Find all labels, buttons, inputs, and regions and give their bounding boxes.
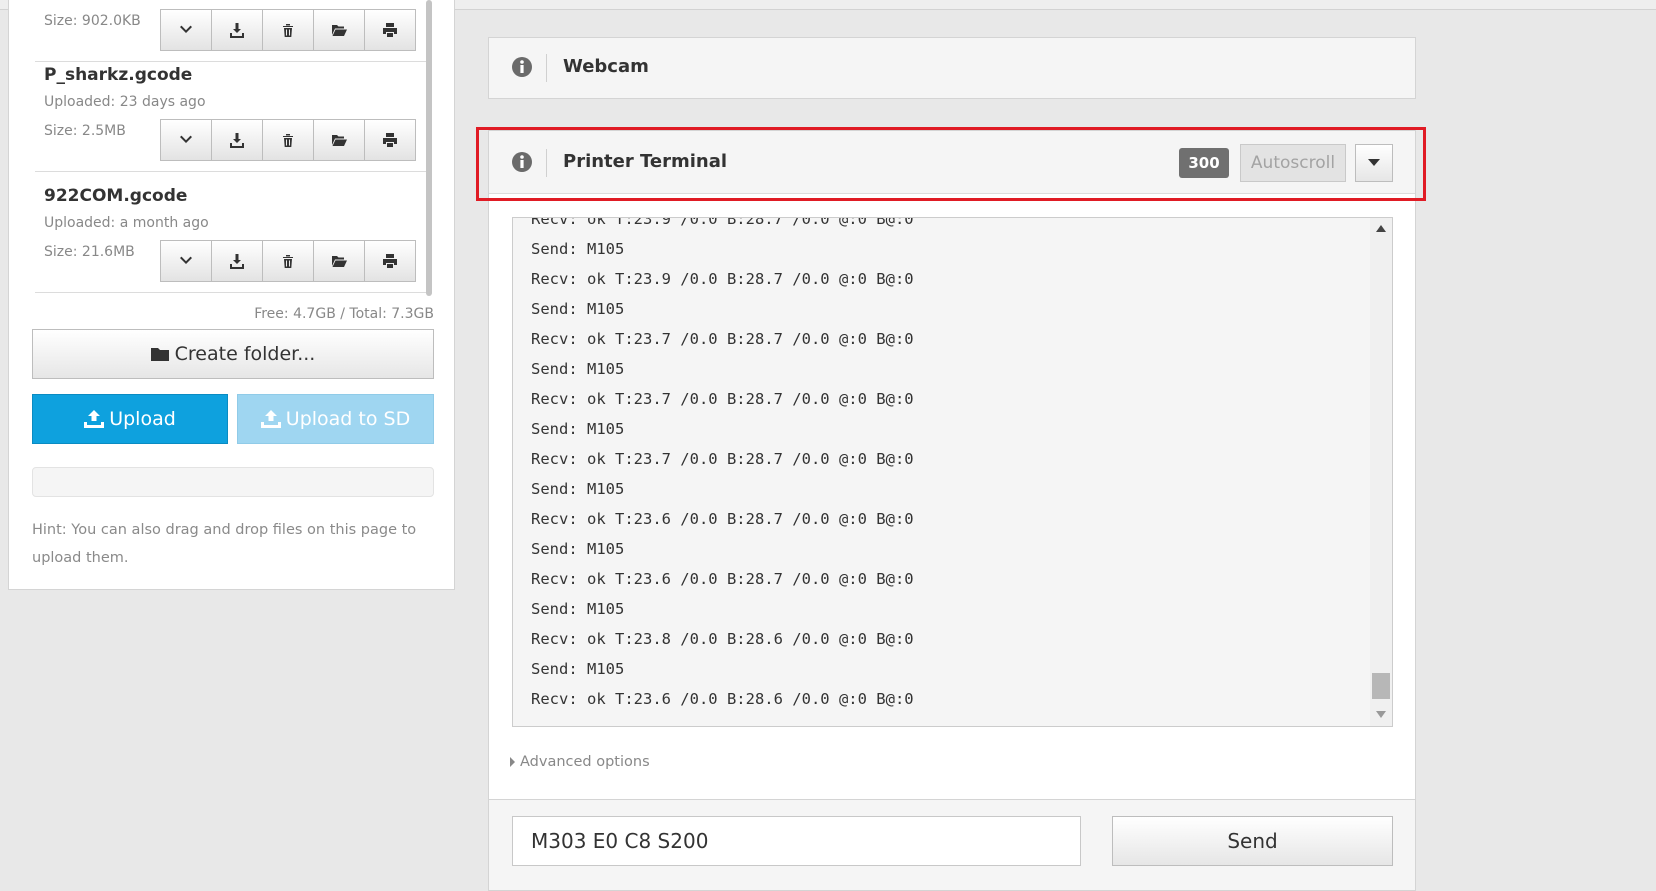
webcam-panel[interactable]: Webcam — [488, 37, 1416, 99]
upload-sd-button[interactable]: Upload to SD — [237, 394, 434, 444]
file-entry[interactable]: 922COM.gcode Uploaded: a month ago Size:… — [35, 172, 429, 293]
terminal-lines: Recv: ok T:23.9 /0.0 B:28.7 /0.0 @:0 B@:… — [531, 217, 914, 714]
terminal-line: Recv: ok T:23.9 /0.0 B:28.7 /0.0 @:0 B@:… — [531, 217, 914, 228]
terminal-line: Recv: ok T:23.9 /0.0 B:28.7 /0.0 @:0 B@:… — [531, 270, 914, 288]
move-button[interactable] — [313, 9, 365, 51]
upload-icon — [260, 410, 281, 428]
create-folder-button[interactable]: Create folder... — [32, 329, 434, 379]
chevron-down-icon — [180, 25, 192, 33]
load-button[interactable] — [160, 119, 212, 161]
print-icon — [383, 23, 397, 37]
info-icon[interactable] — [511, 56, 533, 78]
upload-button[interactable]: Upload — [32, 394, 228, 444]
caret-down-icon — [1368, 159, 1380, 166]
terminal-line: Recv: ok T:23.6 /0.0 B:28.7 /0.0 @:0 B@:… — [531, 510, 914, 528]
delete-button[interactable] — [262, 240, 314, 282]
info-icon[interactable] — [511, 151, 533, 173]
create-folder-label: Create folder... — [174, 343, 316, 365]
file-name: P_sharkz.gcode — [44, 65, 193, 85]
advanced-options-label: Advanced options — [520, 754, 650, 770]
terminal-line: Recv: ok T:23.7 /0.0 B:28.7 /0.0 @:0 B@:… — [531, 450, 914, 468]
print-button[interactable] — [364, 240, 416, 282]
print-icon — [383, 254, 397, 268]
terminal-options-dropdown[interactable] — [1355, 144, 1393, 182]
terminal-line: Send: M105 — [531, 420, 625, 438]
separator — [546, 149, 547, 177]
trash-icon — [283, 24, 293, 37]
scroll-thumb[interactable] — [1372, 673, 1390, 699]
chevron-down-icon — [180, 256, 192, 264]
scroll-up-icon[interactable] — [1376, 225, 1386, 232]
terminal-line: Send: M105 — [531, 240, 625, 258]
terminal-line: Recv: ok T:23.8 /0.0 B:28.6 /0.0 @:0 B@:… — [531, 630, 914, 648]
autoscroll-button[interactable]: Autoscroll — [1240, 144, 1346, 182]
download-button[interactable] — [211, 119, 263, 161]
download-icon — [230, 133, 244, 148]
terminal-panel: Printer Terminal 300 Autoscroll Recv: ok… — [488, 130, 1416, 800]
terminal-output[interactable]: Recv: ok T:23.9 /0.0 B:28.7 /0.0 @:0 B@:… — [512, 217, 1393, 727]
line-count-badge: 300 — [1179, 148, 1229, 178]
command-area: Send — [488, 800, 1416, 891]
terminal-header[interactable]: Printer Terminal 300 Autoscroll — [489, 131, 1415, 194]
delete-button[interactable] — [262, 119, 314, 161]
download-icon — [230, 254, 244, 269]
terminal-line: Recv: ok T:23.6 /0.0 B:28.6 /0.0 @:0 B@:… — [531, 690, 914, 708]
terminal-line: Recv: ok T:23.6 /0.0 B:28.7 /0.0 @:0 B@:… — [531, 570, 914, 588]
file-actions — [160, 240, 416, 282]
terminal-line: Send: M105 — [531, 480, 625, 498]
terminal-line: Send: M105 — [531, 360, 625, 378]
download-button[interactable] — [211, 9, 263, 51]
file-entry[interactable]: P_sharkz.gcode Uploaded: 23 days ago Siz… — [35, 51, 429, 172]
trash-icon — [283, 255, 293, 268]
file-actions — [160, 119, 416, 161]
download-icon — [230, 23, 244, 38]
terminal-line: Send: M105 — [531, 300, 625, 318]
print-button[interactable] — [364, 9, 416, 51]
upload-icon — [84, 410, 105, 428]
terminal-line: Send: M105 — [531, 540, 625, 558]
storage-info: Free: 4.7GB / Total: 7.3GB — [254, 306, 434, 322]
command-input[interactable] — [512, 816, 1081, 866]
files-panel: Size: 902.0KB P_sharkz.gcode Uploaded: 2… — [8, 0, 455, 590]
scroll-down-icon[interactable] — [1376, 711, 1386, 718]
print-icon — [383, 133, 397, 147]
upload-label: Upload — [109, 408, 176, 430]
file-list[interactable]: Size: 902.0KB P_sharkz.gcode Uploaded: 2… — [35, 0, 433, 296]
trash-icon — [283, 134, 293, 147]
print-button[interactable] — [364, 119, 416, 161]
upload-progress-bar — [32, 467, 434, 497]
terminal-line: Recv: ok T:23.7 /0.0 B:28.7 /0.0 @:0 B@:… — [531, 330, 914, 348]
delete-button[interactable] — [262, 9, 314, 51]
move-button[interactable] — [313, 119, 365, 161]
file-size: Size: 902.0KB — [44, 13, 141, 29]
terminal-line: Recv: ok T:23.7 /0.0 B:28.7 /0.0 @:0 B@:… — [531, 390, 914, 408]
terminal-line: Send: M105 — [531, 600, 625, 618]
move-button[interactable] — [313, 240, 365, 282]
file-list-scrollbar[interactable] — [426, 0, 432, 296]
folder-icon — [150, 348, 169, 361]
send-button[interactable]: Send — [1112, 816, 1393, 866]
drag-drop-hint: Hint: You can also drag and drop files o… — [32, 522, 417, 566]
file-uploaded: Uploaded: 23 days ago — [44, 94, 206, 110]
file-size: Size: 2.5MB — [44, 123, 126, 139]
load-button[interactable] — [160, 9, 212, 51]
advanced-options-toggle[interactable]: Advanced options — [510, 754, 650, 770]
upload-sd-label: Upload to SD — [285, 408, 411, 430]
file-size: Size: 21.6MB — [44, 244, 135, 260]
caret-right-icon — [510, 757, 515, 767]
folder-open-icon — [332, 25, 347, 36]
file-uploaded: Uploaded: a month ago — [44, 215, 209, 231]
chevron-down-icon — [180, 135, 192, 143]
webcam-title: Webcam — [563, 56, 649, 77]
terminal-line: Send: M105 — [531, 660, 625, 678]
file-actions — [160, 9, 416, 51]
terminal-scrollbar[interactable] — [1370, 218, 1392, 726]
folder-open-icon — [332, 256, 347, 267]
load-button[interactable] — [160, 240, 212, 282]
separator — [546, 54, 547, 82]
folder-open-icon — [332, 135, 347, 146]
file-name: 922COM.gcode — [44, 186, 188, 206]
terminal-title: Printer Terminal — [563, 151, 728, 172]
download-button[interactable] — [211, 240, 263, 282]
